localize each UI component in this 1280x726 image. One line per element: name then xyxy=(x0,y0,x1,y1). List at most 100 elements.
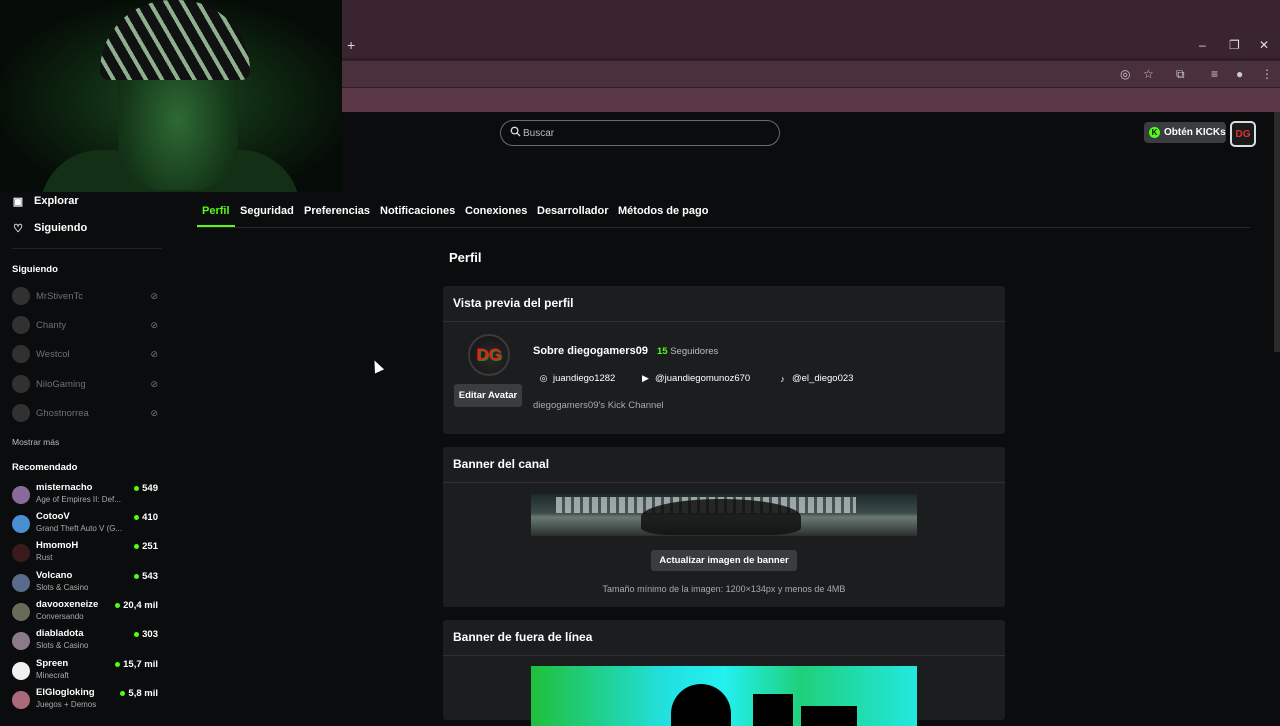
recommended-heading: Recomendado xyxy=(12,462,78,473)
channel-banner-image xyxy=(531,494,917,536)
close-window-button[interactable]: ✕ xyxy=(1259,38,1269,52)
recommended-item[interactable]: CotooV Grand Theft Auto V (G... 410 xyxy=(12,511,162,539)
page-scrollbar[interactable] xyxy=(1274,112,1280,352)
card-title: Vista previa del perfil xyxy=(453,296,574,310)
recommended-item[interactable]: misternacho Age of Empires II: Def... 54… xyxy=(12,482,162,510)
update-banner-button[interactable]: Actualizar imagen de banner xyxy=(651,550,797,571)
live-dot-icon xyxy=(134,574,140,579)
following-item[interactable]: Westcol ⊘ xyxy=(12,343,162,365)
sidebar-item-label: Siguiendo xyxy=(34,222,88,234)
explore-icon: ▣ xyxy=(12,195,24,208)
youtube-link[interactable]: ▶ @juandiegomunoz670 xyxy=(640,373,750,384)
following-heading: Siguiendo xyxy=(12,264,58,275)
offline-icon: ⊘ xyxy=(150,407,158,418)
tiktok-link[interactable]: ♪ @el_diego023 xyxy=(777,373,853,384)
following-item[interactable]: Ghostnorrea ⊘ xyxy=(12,402,162,424)
channel-name: Spreen xyxy=(36,658,69,669)
channel-name: HmomoH xyxy=(36,540,79,551)
card-divider xyxy=(443,321,1005,322)
banner-shape xyxy=(801,706,857,726)
following-item[interactable]: MrStivenTc ⊘ xyxy=(12,285,162,307)
address-bar[interactable] xyxy=(342,61,1280,87)
profile-icon[interactable]: ● xyxy=(1236,67,1243,81)
show-more-link[interactable]: Mostrar más xyxy=(12,437,59,447)
page-title: Perfil xyxy=(449,250,482,265)
channel-name: Ghostnorrea xyxy=(36,407,89,419)
edit-avatar-button[interactable]: Editar Avatar xyxy=(454,384,522,407)
channel-name: MrStivenTc xyxy=(36,290,83,302)
avatar xyxy=(12,375,30,393)
search-box[interactable] xyxy=(500,120,780,146)
tab-payment-methods[interactable]: Métodos de pago xyxy=(618,205,708,217)
channel-name: Westcol xyxy=(36,348,70,360)
mouse-cursor-icon xyxy=(369,358,385,374)
card-divider xyxy=(443,655,1005,656)
live-dot-icon xyxy=(134,544,140,549)
tiktok-icon: ♪ xyxy=(780,373,785,384)
tab-profile[interactable]: Perfil xyxy=(202,205,230,217)
extensions-icon[interactable]: ⧉ xyxy=(1176,67,1185,82)
search-icon xyxy=(510,126,521,137)
viewer-count: 410 xyxy=(134,512,158,523)
recommended-item[interactable]: Volcano Slots & Casino 543 xyxy=(12,570,162,598)
search-input[interactable] xyxy=(523,124,763,142)
get-kicks-button[interactable]: K Obtén KICKs xyxy=(1144,122,1226,143)
minimize-button[interactable]: – xyxy=(1199,38,1206,52)
tab-connections[interactable]: Conexiones xyxy=(465,205,527,217)
following-item[interactable]: Chanty ⊘ xyxy=(12,314,162,336)
channel-name: CotooV xyxy=(36,511,70,522)
live-dot-icon xyxy=(134,515,140,520)
viewer-count: 549 xyxy=(134,483,158,494)
user-avatar[interactable]: DG xyxy=(1230,121,1256,147)
channel-description: diegogamers09's Kick Channel xyxy=(533,400,664,411)
instagram-link[interactable]: ◎ juandiego1282 xyxy=(538,373,616,384)
offline-icon: ⊘ xyxy=(150,378,158,389)
followers-count: 15 Seguidores xyxy=(657,346,719,357)
hidden-eye-icon[interactable]: ◎ xyxy=(1120,67,1130,81)
banner-motorcycle xyxy=(641,499,801,535)
profile-avatar: DG xyxy=(468,334,510,376)
recommended-item[interactable]: HmomoH Rust 251 xyxy=(12,540,162,568)
sidebar-item-following[interactable]: ♡ Siguiendo xyxy=(12,222,88,235)
tab-preferences[interactable]: Preferencias xyxy=(304,205,370,217)
channel-category: Conversando xyxy=(36,612,84,621)
sidebar: ▣ Explorar ♡ Siguiendo Siguiendo MrStive… xyxy=(0,192,170,720)
card-title: Banner del canal xyxy=(453,457,550,471)
sidebar-item-explore[interactable]: ▣ Explorar xyxy=(12,195,79,208)
avatar xyxy=(12,404,30,422)
viewer-count: 251 xyxy=(134,541,158,552)
tab-notifications[interactable]: Notificaciones xyxy=(380,205,455,217)
channel-category: Rust xyxy=(36,553,53,562)
bookmark-star-icon[interactable]: ☆ xyxy=(1143,67,1154,81)
tab-security[interactable]: Seguridad xyxy=(240,205,294,217)
card-divider xyxy=(443,482,1005,483)
channel-banner-card: Banner del canal Actualizar imagen de ba… xyxy=(443,447,1005,607)
channel-category: Age of Empires II: Def... xyxy=(36,495,121,504)
sidebar-divider xyxy=(12,248,162,249)
new-tab-button[interactable]: + xyxy=(347,37,355,53)
live-dot-icon xyxy=(120,691,126,696)
avatar xyxy=(12,515,30,533)
recommended-item[interactable]: ElGlogloking Juegos + Demos 5,8 mil xyxy=(12,687,162,715)
media-control-icon[interactable]: ≡ xyxy=(1211,67,1218,81)
recommended-item[interactable]: davooxeneize Conversando 20,4 mil xyxy=(12,599,162,627)
recommended-item[interactable]: Spreen Minecraft 15,7 mil xyxy=(12,658,162,686)
channel-name: Chanty xyxy=(36,319,67,331)
avatar xyxy=(12,574,30,592)
maximize-button[interactable]: ❐ xyxy=(1229,38,1240,52)
recommended-item[interactable]: diabladota Slots & Casino 303 xyxy=(12,628,162,656)
offline-icon: ⊘ xyxy=(150,319,158,330)
tab-developer[interactable]: Desarrollador xyxy=(537,205,609,217)
channel-name: NiloGaming xyxy=(36,378,86,390)
avatar xyxy=(12,287,30,305)
active-tab-indicator xyxy=(197,225,235,227)
sidebar-item-label: Explorar xyxy=(34,195,79,207)
offline-banner-card: Banner de fuera de línea xyxy=(443,620,1005,726)
browser-menu-icon[interactable]: ⋮ xyxy=(1261,67,1273,81)
channel-name: Volcano xyxy=(36,570,73,581)
channel-category: Slots & Casino xyxy=(36,583,89,592)
live-dot-icon xyxy=(134,486,140,491)
offline-icon: ⊘ xyxy=(150,290,158,301)
avatar xyxy=(12,345,30,363)
following-item[interactable]: NiloGaming ⊘ xyxy=(12,373,162,395)
